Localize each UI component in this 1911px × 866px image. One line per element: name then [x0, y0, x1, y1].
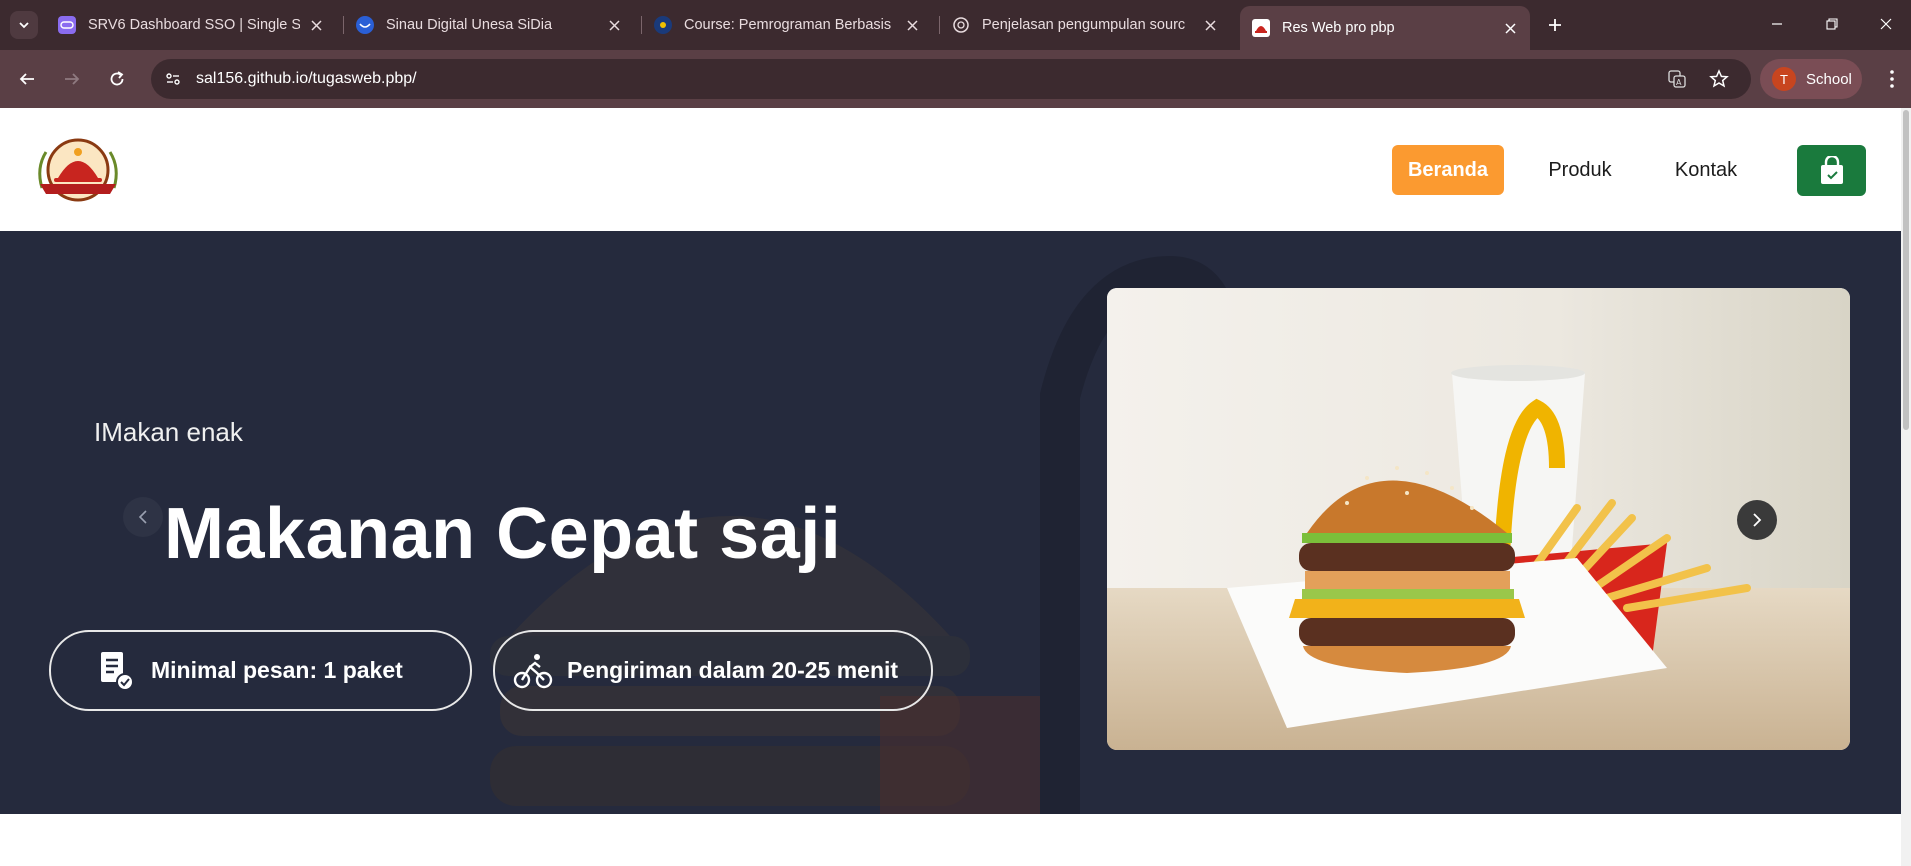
address-bar[interactable]: sal156.github.io/tugasweb.pbp/ A: [151, 59, 1751, 99]
tab-search-button[interactable]: [10, 11, 38, 39]
unesa-icon: [654, 16, 672, 34]
reload-button[interactable]: [102, 64, 132, 94]
chatgpt-icon: [952, 16, 970, 34]
restaurant-icon: [1252, 19, 1270, 37]
browser-tab-active[interactable]: Res Web pro pbp: [1240, 6, 1530, 50]
hero-carousel: IMakan enak Makanan Cepat saji Minimal p…: [0, 231, 1901, 814]
bookmark-star-icon[interactable]: [1708, 68, 1730, 90]
nav-beranda[interactable]: Beranda: [1392, 145, 1504, 195]
close-icon[interactable]: [604, 15, 624, 35]
restore-button[interactable]: [1809, 8, 1855, 40]
cart-button[interactable]: [1797, 145, 1866, 196]
nav-produk[interactable]: Produk: [1530, 145, 1630, 195]
kebab-menu-icon: [1890, 70, 1894, 88]
delivery-time-pill: Pengiriman dalam 20-25 menit: [493, 630, 933, 711]
restaurant-logo[interactable]: [34, 132, 122, 208]
order-list-icon: [95, 649, 139, 693]
tab-title: Penjelasan pengumpulan sourc: [982, 17, 1186, 33]
tab-title: Res Web pro pbp: [1282, 20, 1395, 36]
hero-background-image: [490, 516, 1040, 814]
close-icon[interactable]: [306, 15, 326, 35]
sidia-icon: [356, 16, 374, 34]
browser-tab-strip: SRV6 Dashboard SSO | Single Si Sinau Dig…: [0, 0, 1911, 50]
browser-menu-button[interactable]: [1880, 64, 1904, 94]
min-order-pill: Minimal pesan: 1 paket: [49, 630, 472, 711]
svg-text:A: A: [1676, 78, 1682, 87]
back-button[interactable]: [12, 64, 42, 94]
url-text[interactable]: sal156.github.io/tugasweb.pbp/: [196, 70, 417, 88]
profile-button[interactable]: T School: [1760, 59, 1862, 99]
minimize-icon: [1772, 23, 1782, 25]
web-page: Beranda Produk Kontak IMakan enak Makana…: [0, 108, 1901, 866]
arrow-left-icon: [19, 73, 34, 85]
browser-tab[interactable]: SRV6 Dashboard SSO | Single Si: [46, 8, 336, 42]
profile-label: School: [1806, 70, 1852, 88]
hero-subtitle: IMakan enak: [94, 417, 243, 447]
reload-icon: [110, 71, 124, 86]
tab-title: Sinau Digital Unesa SiDia: [386, 17, 553, 33]
close-icon: [1880, 18, 1892, 30]
shopping-bag-icon: [1820, 155, 1843, 184]
close-icon[interactable]: [1500, 18, 1520, 38]
scrollbar-thumb[interactable]: [1903, 110, 1909, 430]
site-header: Beranda Produk Kontak: [0, 108, 1901, 231]
chevron-down-icon: [19, 22, 29, 29]
carousel-next-button[interactable]: [1737, 500, 1777, 540]
chevron-right-icon: [1753, 513, 1762, 527]
nav-kontak[interactable]: Kontak: [1656, 145, 1756, 195]
new-tab-button[interactable]: [1541, 11, 1569, 39]
browser-tab[interactable]: Sinau Digital Unesa SiDia: [344, 8, 634, 42]
srv6-icon: [58, 16, 76, 34]
chevron-left-icon: [138, 510, 147, 524]
arrow-right-icon: [65, 73, 80, 85]
forward-button[interactable]: [57, 64, 87, 94]
carousel-prev-button[interactable]: [123, 497, 163, 537]
plus-icon: [1549, 19, 1561, 31]
close-window-button[interactable]: [1863, 8, 1909, 40]
tab-title: SRV6 Dashboard SSO | Single Si: [88, 17, 300, 33]
browser-toolbar: sal156.github.io/tugasweb.pbp/ A T Schoo…: [0, 50, 1911, 108]
translate-icon[interactable]: A: [1666, 68, 1688, 90]
delivery-time-label: Pengiriman dalam 20-25 menit: [567, 657, 899, 683]
avatar: T: [1772, 67, 1796, 91]
close-icon[interactable]: [902, 15, 922, 35]
min-order-label: Minimal pesan: 1 paket: [151, 657, 403, 683]
minimize-button[interactable]: [1754, 8, 1800, 40]
close-icon[interactable]: [1200, 15, 1220, 35]
page-scrollbar[interactable]: [1901, 108, 1911, 866]
tab-title: Course: Pemrograman Berbasis: [684, 17, 892, 33]
delivery-bike-icon: [511, 649, 555, 693]
browser-tab[interactable]: Penjelasan pengumpulan sourc: [940, 8, 1230, 42]
browser-tab[interactable]: Course: Pemrograman Berbasis: [642, 8, 932, 42]
site-info-icon[interactable]: [161, 67, 185, 91]
restore-icon: [1826, 18, 1838, 30]
hero-title: Makanan Cepat saji: [164, 494, 842, 574]
